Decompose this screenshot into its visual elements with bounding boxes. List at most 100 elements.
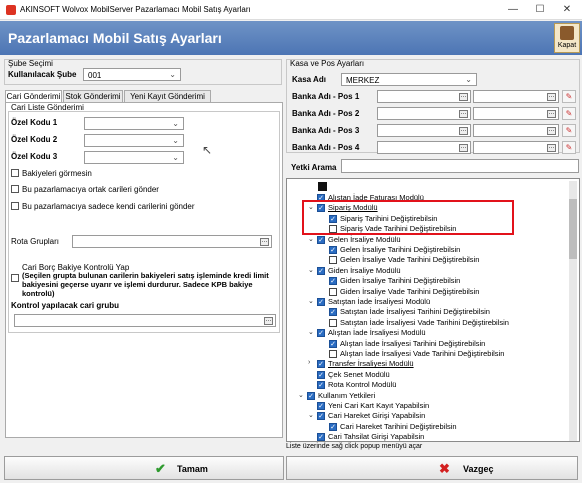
tree-scrollbar[interactable] xyxy=(569,181,577,441)
tree-item-label: Rota Kontrol Modülü xyxy=(328,380,397,390)
tree-item-checkbox[interactable]: ✓ xyxy=(317,298,325,306)
ozel-kodu-3-combo[interactable]: ⌄ xyxy=(84,151,184,164)
kontrol-cari-grubu-input[interactable]: … xyxy=(14,314,276,327)
tree-item-checkbox[interactable]: ✓ xyxy=(317,266,325,275)
ellipsis-icon: … xyxy=(459,110,468,118)
chevron-down-icon: ⌄ xyxy=(172,136,179,145)
ellipsis-icon: … xyxy=(459,127,468,135)
tree-item-checkbox[interactable]: ✓ xyxy=(329,339,337,348)
tree-collapsed-icon[interactable]: › xyxy=(308,359,310,366)
pos4-input-b[interactable]: … xyxy=(473,141,559,154)
tree-partial-node-icon xyxy=(318,182,327,191)
pos1-clear-icon[interactable]: ✎ xyxy=(562,90,576,103)
ozel-kodu-2-combo[interactable]: ⌄ xyxy=(84,134,184,147)
tree-item-checkbox[interactable]: ✓ xyxy=(329,308,337,317)
chevron-down-icon: ⌄ xyxy=(465,75,472,84)
tree-item-label: Giden İrsaliye Modülü xyxy=(328,265,401,275)
ellipsis-icon: … xyxy=(547,127,556,135)
tree-expand-icon[interactable]: ⌄ xyxy=(298,391,304,399)
tree-item-checkbox[interactable] xyxy=(329,350,337,358)
tree-item-label: Gelen İrsaliye Vade Tarihini Değiştirebi… xyxy=(340,255,480,265)
page-title: Pazarlamacı Mobil Satış Ayarları xyxy=(8,30,222,46)
pos1-input-a[interactable]: … xyxy=(377,90,471,103)
ozel-kodu-1-label: Özel Kodu 1 xyxy=(11,118,58,127)
tree-item-checkbox[interactable] xyxy=(329,318,337,327)
pos4-clear-icon[interactable]: ✎ xyxy=(562,141,576,154)
cari-gonderimi-panel: Cari Liste Gönderimi Özel Kodu 1 ⌄ Özel … xyxy=(5,102,283,438)
tree-item-label: Alıştan İade İrsaliyesi Tarihini Değişti… xyxy=(340,338,486,348)
tree-item-checkbox[interactable]: ✓ xyxy=(307,391,315,400)
kasa-value: MERKEZ xyxy=(346,76,380,85)
yetki-arama-input[interactable] xyxy=(341,159,579,173)
maximize-button[interactable]: ☐ xyxy=(527,0,553,20)
tree-item-checkbox[interactable]: ✓ xyxy=(317,370,325,379)
pos3-clear-icon[interactable]: ✎ xyxy=(562,124,576,137)
tree-item-checkbox[interactable]: ✓ xyxy=(317,402,325,410)
tree-item-checkbox[interactable]: ✓ xyxy=(317,381,325,390)
cancel-x-icon: ✖ xyxy=(439,461,450,476)
door-exit-icon xyxy=(560,26,574,40)
tree-item-checkbox[interactable]: ✓ xyxy=(317,235,325,244)
tab-stok-gonderimi[interactable]: Stok Gönderimi xyxy=(63,90,123,102)
tree-item-checkbox[interactable]: ✓ xyxy=(317,329,325,338)
vazgec-button[interactable]: ✖ Vazgeç xyxy=(286,456,578,480)
pos4-input-a[interactable]: … xyxy=(377,141,471,154)
sube-value: 001 xyxy=(88,71,102,80)
tree-item-checkbox[interactable] xyxy=(329,256,337,265)
tree-item-checkbox[interactable]: ✓ xyxy=(329,422,337,431)
pos3-input-a[interactable]: … xyxy=(377,124,471,137)
chevron-down-icon: ⌄ xyxy=(169,70,176,79)
tree-item-checkbox[interactable] xyxy=(329,287,337,296)
tree-expand-icon[interactable]: ⌄ xyxy=(308,235,314,243)
tree-expand-icon[interactable]: ⌄ xyxy=(308,266,314,274)
ortak-cari-checkbox[interactable] xyxy=(11,185,19,193)
check-icon: ✔ xyxy=(155,461,166,476)
tree-scroll-thumb[interactable] xyxy=(569,199,577,259)
tree-item-checkbox[interactable]: ✓ xyxy=(329,277,337,286)
chevron-down-icon: ⌄ xyxy=(172,119,179,128)
mouse-cursor-icon: ↖ xyxy=(202,143,213,157)
bakiye-label: Bakiyeleri görmesin xyxy=(22,169,92,178)
tree-expand-icon[interactable]: ⌄ xyxy=(308,297,314,305)
pos2-clear-icon[interactable]: ✎ xyxy=(562,107,576,120)
tamam-button[interactable]: ✔ Tamam xyxy=(4,456,284,480)
tree-item-label: Alıştan İade İrsaliyesi Modülü xyxy=(328,328,426,338)
tree-item-label: Satıştan İade İrsaliyesi Tarihini Değişt… xyxy=(340,307,490,317)
kendi-cari-checkbox[interactable] xyxy=(11,202,19,210)
kapat-button[interactable]: Kapat xyxy=(554,23,580,53)
ozel-kodu-3-label: Özel Kodu 3 xyxy=(11,152,58,161)
ellipsis-icon: … xyxy=(547,144,556,152)
borc-checkbox[interactable] xyxy=(11,274,19,282)
kasa-combo[interactable]: MERKEZ ⌄ xyxy=(341,73,477,86)
tree-item-label: Gelen İrsaliye Modülü xyxy=(328,234,401,244)
tree-status-text: Liste üzerinde sağ click popup menüyü aç… xyxy=(286,443,423,450)
tree-item-label: Giden İrsaliye Tarihini Değiştirebilsin xyxy=(340,276,461,286)
tree-item-checkbox[interactable]: ✓ xyxy=(317,433,325,441)
ozel-kodu-1-combo[interactable]: ⌄ xyxy=(84,117,184,130)
ellipsis-icon: … xyxy=(459,144,468,152)
tree-item-label: Gelen İrsaliye Tarihini Değiştirebilsin xyxy=(340,245,461,254)
tree-item-label: Çek Senet Modülü xyxy=(328,369,390,379)
vazgec-label: Vazgeç xyxy=(463,464,494,474)
pos2-input-a[interactable]: … xyxy=(377,107,471,120)
bakiye-checkbox[interactable] xyxy=(11,169,19,177)
window-titlebar: AKINSOFT Wolvox MobilServer Pazarlamacı … xyxy=(0,0,582,20)
tree-item-label: Satıştan İade İrsaliyesi Vade Tarihini D… xyxy=(340,317,509,327)
tab-yeni-kayit-gonderimi[interactable]: Yeni Kayıt Gönderimi xyxy=(124,90,211,102)
minimize-button[interactable]: — xyxy=(500,0,526,20)
pos2-input-b[interactable]: … xyxy=(473,107,559,120)
pos1-input-b[interactable]: … xyxy=(473,90,559,103)
tree-item-checkbox[interactable]: ✓ xyxy=(317,412,325,421)
tree-expand-icon[interactable]: ⌄ xyxy=(308,411,314,419)
pos3-input-b[interactable]: … xyxy=(473,124,559,137)
sube-combo[interactable]: 001 ⌄ xyxy=(83,68,181,81)
sube-group: Şube Seçimi Kullanılacak Şube 001 ⌄ xyxy=(4,59,282,85)
kasa-label: Kasa Adı xyxy=(292,75,326,84)
tree-item-checkbox[interactable]: ✓ xyxy=(317,360,325,369)
ellipsis-icon: … xyxy=(547,110,556,118)
rota-input[interactable]: … xyxy=(72,235,272,248)
close-window-button[interactable]: ✕ xyxy=(554,0,580,20)
tree-expand-icon[interactable]: ⌄ xyxy=(308,328,314,336)
app-icon xyxy=(6,5,16,15)
tree-item-checkbox[interactable]: ✓ xyxy=(329,246,337,254)
